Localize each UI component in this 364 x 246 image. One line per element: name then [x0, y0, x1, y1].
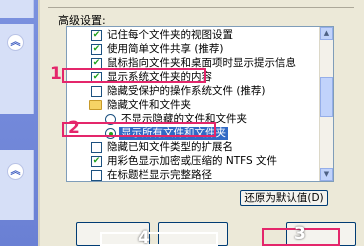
checkbox[interactable] [91, 86, 102, 97]
checkbox[interactable]: ✔ [91, 30, 102, 41]
vertical-scrollbar[interactable]: ▲ ▼ [319, 27, 333, 181]
list-item[interactable]: ✔ 用彩色显示加密或压缩的 NTFS 文件 [67, 155, 333, 168]
list-item[interactable]: 隐藏受保护的操作系统文件 (推荐) [67, 85, 333, 98]
double-chevron-up-icon[interactable]: ︽ [7, 163, 24, 180]
step-number-1: 1 [50, 64, 62, 84]
setting-label: 在标题栏显示完整路径 [107, 169, 212, 181]
setting-label: 使用简单文件共享 (推荐) [107, 43, 224, 55]
list-item[interactable]: ✔ 记住每个文件夹的视图设置 [67, 29, 333, 42]
setting-label: 隐藏已知文件类型的扩展名 [107, 141, 233, 153]
task-pane: ︽ ︽ [0, 0, 38, 246]
step-number-3: 3 [294, 224, 306, 244]
task-pane-card [0, 150, 34, 220]
dialog-top-border [48, 0, 354, 8]
task-pane-card [0, 0, 34, 18]
scroll-thumb[interactable] [320, 77, 333, 117]
highlight-box [62, 68, 206, 83]
checkbox[interactable]: ✔ [91, 44, 102, 55]
checkbox[interactable]: ✔ [91, 156, 102, 167]
checkbox[interactable] [91, 142, 102, 153]
list-item[interactable]: 在标题栏显示完整路径 [67, 169, 333, 181]
setting-label: 用彩色显示加密或压缩的 NTFS 文件 [107, 155, 277, 167]
scroll-up-icon[interactable]: ▲ [320, 27, 333, 40]
scroll-down-icon[interactable]: ▼ [320, 168, 333, 181]
list-item: 隐藏文件和文件夹 [67, 99, 333, 112]
advanced-settings-list[interactable]: ✔ 记住每个文件夹的视图设置 ✔ 使用简单文件共享 (推荐) ✔ 鼠标指向文件夹… [66, 26, 334, 182]
checkbox[interactable] [91, 170, 102, 181]
list-item[interactable]: ✔ 使用简单文件共享 (推荐) [67, 43, 333, 56]
setting-label: 记住每个文件夹的视图设置 [107, 29, 233, 41]
restore-defaults-button[interactable]: 还原为默认值(D) [240, 190, 328, 206]
group-label: 隐藏文件和文件夹 [107, 99, 191, 111]
highlight-box [62, 122, 216, 137]
step-number-4: 4 [138, 228, 150, 246]
folder-icon [89, 100, 102, 110]
highlight-box [100, 232, 218, 246]
list-item[interactable]: 隐藏已知文件类型的扩展名 [67, 141, 333, 154]
double-chevron-up-icon[interactable]: ︽ [7, 34, 24, 51]
setting-label: 隐藏受保护的操作系统文件 (推荐) [107, 85, 266, 97]
step-number-2: 2 [68, 118, 80, 138]
